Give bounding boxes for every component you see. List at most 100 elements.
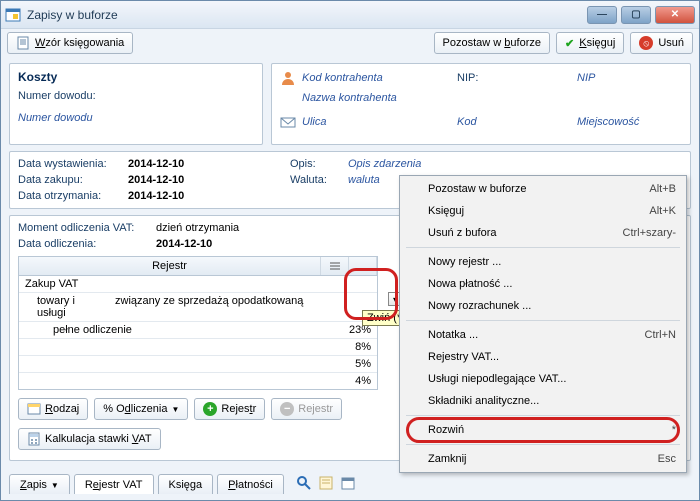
titlebar: Zapisy w buforze — ▢ ✕: [1, 1, 699, 29]
nip-label: NIP:: [457, 72, 577, 84]
kod-kontrahenta-label[interactable]: Kod kontrahenta: [302, 72, 457, 84]
menu-rozwin[interactable]: Rozwiń*: [402, 419, 684, 441]
menu-usun-z-bufora[interactable]: Usuń z buforaCtrl+szary-: [402, 222, 684, 244]
menu-zamknij[interactable]: ZamknijEsc: [402, 448, 684, 470]
kalkulacja-label: Kalkulacja stawki VAT: [45, 433, 152, 445]
koszty-heading: Koszty: [18, 70, 254, 84]
calendar-icon[interactable]: [340, 475, 356, 491]
tab-platnosci[interactable]: Płatności: [217, 474, 284, 494]
menu-nowy-rejestr[interactable]: Nowy rejestr ...: [402, 251, 684, 273]
menu-nowy-rozrachunek[interactable]: Nowy rozrachunek ...: [402, 295, 684, 317]
tab-zapis[interactable]: Zapis▼: [9, 474, 70, 494]
grid-header-row: Rejestr: [19, 257, 377, 276]
grid-row[interactable]: 8%: [19, 339, 377, 356]
miejscowosc-label[interactable]: Miejscowość: [577, 116, 639, 128]
grid-cell: Zakup VAT: [19, 276, 377, 292]
kalkulacja-vat-button[interactable]: Kalkulacja stawki VAT: [18, 428, 161, 450]
data-odliczenia-value[interactable]: 2014-12-10: [156, 238, 212, 250]
rejestr-add-button[interactable]: + Rejestr: [194, 398, 265, 420]
chevron-down-icon: ▼: [171, 405, 179, 414]
nip-value[interactable]: NIP: [577, 72, 595, 84]
data-zakupu-value[interactable]: 2014-12-10: [128, 174, 184, 186]
maximize-button[interactable]: ▢: [621, 6, 651, 24]
grid-row[interactable]: towary i usługi związany ze sprzedażą op…: [19, 293, 377, 322]
kod-pocztowy-label[interactable]: Kod: [457, 116, 577, 128]
tab-rejestr-vat[interactable]: Rejestr VAT: [74, 474, 154, 494]
pozostaw-w-buforze-button[interactable]: Pozostaw w buforze: [434, 32, 550, 54]
menu-ksieguj[interactable]: KsięgujAlt+K: [402, 200, 684, 222]
nazwa-kontrahenta-label[interactable]: Nazwa kontrahenta: [302, 92, 397, 104]
delete-icon: ⦸: [639, 36, 653, 50]
rodzaj-label: Rodzaj: [45, 403, 79, 415]
grid-percent: 4%: [329, 373, 377, 389]
person-icon: [280, 70, 296, 86]
toolbar: Wzór księgowania Pozostaw w buforze ✔ Ks…: [1, 29, 699, 57]
grid-percent: 8%: [329, 339, 377, 355]
ksieguj-button[interactable]: ✔ Księguj: [556, 32, 624, 54]
grid-header-rejestr[interactable]: Rejestr: [19, 257, 321, 275]
menu-pozostaw[interactable]: Pozostaw w buforzeAlt+B: [402, 178, 684, 200]
close-button[interactable]: ✕: [655, 6, 695, 24]
numer-dowodu-label: Numer dowodu:: [18, 90, 254, 102]
grid-row[interactable]: 4%: [19, 373, 377, 389]
menu-notatka[interactable]: Notatka ...Ctrl+N: [402, 324, 684, 346]
chevron-down-icon: ▼: [51, 481, 59, 490]
waluta-value[interactable]: waluta: [348, 174, 380, 186]
ksieguj-label: Księguj: [579, 37, 615, 49]
minimize-button[interactable]: —: [587, 6, 617, 24]
grid-cell: związany ze sprzedażą opodatkowaną: [109, 293, 377, 321]
tab-ksiega[interactable]: Księga: [158, 474, 214, 494]
data-zakupu-label: Data zakupu:: [18, 174, 120, 186]
calc-icon: [27, 432, 41, 446]
grid-cell: towary i usługi: [19, 293, 109, 321]
numer-dowodu-value[interactable]: Numer dowodu: [18, 112, 254, 124]
data-otrzymania-value[interactable]: 2014-12-10: [128, 190, 184, 202]
menu-rejestry-vat[interactable]: Rejestry VAT...: [402, 346, 684, 368]
panel-kontrahent: Kod kontrahenta NIP: NIP Nazwa kontrahen…: [271, 63, 691, 145]
note-icon[interactable]: [318, 475, 334, 491]
usun-button[interactable]: ⦸ Usuń: [630, 32, 693, 54]
wzor-label: Wzór księgowania: [35, 37, 124, 49]
usun-label: Usuń: [658, 37, 684, 49]
data-wystawienia-label: Data wystawienia:: [18, 158, 120, 170]
rejestr-add-label: Rejestr: [221, 403, 256, 415]
grid-row[interactable]: Zakup VAT: [19, 276, 377, 293]
data-odliczenia-label: Data odliczenia:: [18, 238, 148, 250]
ulica-label[interactable]: Ulica: [302, 116, 457, 128]
envelope-icon: [280, 114, 296, 130]
moment-odliczenia-label: Moment odliczenia VAT:: [18, 222, 148, 234]
menu-nowa-platnosc[interactable]: Nowa płatność ...: [402, 273, 684, 295]
document-icon: [16, 36, 30, 50]
plus-icon: +: [203, 402, 217, 416]
waluta-label: Waluta:: [290, 174, 340, 186]
grid-header-collapse[interactable]: [321, 257, 349, 275]
rodzaj-icon: [27, 402, 41, 416]
bottom-tabs: Zapis▼ Rejestr VAT Księga Płatności: [9, 474, 356, 494]
rodzaj-button[interactable]: Rodzaj: [18, 398, 88, 420]
magnifier-icon[interactable]: [296, 475, 312, 491]
data-otrzymania-label: Data otrzymania:: [18, 190, 120, 202]
rejestr-grid[interactable]: Rejestr Zakup VAT towary i usługi związa…: [18, 256, 378, 390]
grid-row[interactable]: pełne odliczenie 23%: [19, 322, 377, 339]
panel-koszty: Koszty Numer dowodu: Numer dowodu: [9, 63, 263, 145]
app-icon: [5, 7, 21, 23]
grid-row[interactable]: 5%: [19, 356, 377, 373]
grid-cell: pełne odliczenie: [19, 322, 329, 338]
rejestr-delete-button[interactable]: − Rejestr: [271, 398, 342, 420]
minus-icon: −: [280, 402, 294, 416]
wzor-ksiegowania-button[interactable]: Wzór księgowania: [7, 32, 133, 54]
odliczenia-label: % Odliczenia: [103, 403, 167, 415]
context-menu: Pozostaw w buforzeAlt+B KsięgujAlt+K Usu…: [399, 175, 687, 473]
grid-header-blank: [349, 257, 377, 275]
opis-label: Opis:: [290, 158, 340, 170]
menu-skladniki-analityczne[interactable]: Składniki analityczne...: [402, 390, 684, 412]
grid-percent: 5%: [329, 356, 377, 372]
data-wystawienia-value[interactable]: 2014-12-10: [128, 158, 184, 170]
opis-value[interactable]: Opis zdarzenia: [348, 158, 421, 170]
odliczenia-button[interactable]: % Odliczenia ▼: [94, 398, 188, 420]
pozostaw-label: Pozostaw w buforze: [443, 37, 541, 49]
window-buttons: — ▢ ✕: [587, 6, 695, 24]
menu-uslugi-niepodlegajace[interactable]: Usługi niepodlegające VAT...: [402, 368, 684, 390]
app-window: Zapisy w buforze — ▢ ✕ Wzór księgowania …: [0, 0, 700, 501]
moment-odliczenia-value[interactable]: dzień otrzymania: [156, 222, 239, 234]
